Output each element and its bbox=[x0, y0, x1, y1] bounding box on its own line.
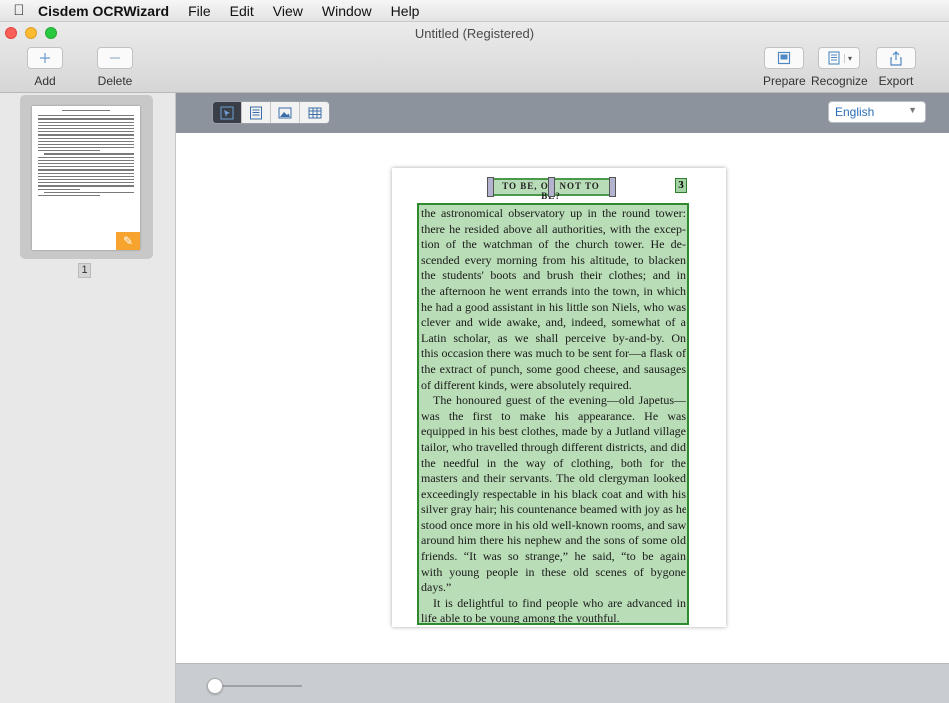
text-line: equipped in his best clothes, made by a … bbox=[421, 424, 686, 439]
text-line: silver gray hair; his countenance beamed… bbox=[421, 502, 686, 517]
region-toolbar: English ▼ bbox=[176, 93, 949, 133]
page-number-label: 1 bbox=[78, 263, 91, 278]
text-line: tion of the watchman of the church tower… bbox=[421, 237, 686, 252]
menu-view[interactable]: View bbox=[273, 3, 303, 19]
text-line: It is delightful to find people who are … bbox=[433, 595, 686, 610]
resize-handle-right[interactable] bbox=[609, 177, 616, 197]
delete-button[interactable]: Delete bbox=[97, 47, 133, 88]
text-line: around him there his nephew and the sons… bbox=[421, 533, 686, 548]
image-region-icon bbox=[278, 107, 292, 118]
plus-icon bbox=[27, 47, 63, 69]
region-type-segmented-control bbox=[212, 101, 330, 124]
recognize-button[interactable]: ▾ Recognize bbox=[811, 47, 868, 88]
zoom-slider-track[interactable] bbox=[216, 685, 302, 687]
page-thumbnails-sidebar: ✎ 1 bbox=[0, 93, 176, 703]
select-tool-button[interactable] bbox=[213, 102, 242, 123]
text-line: he had a good assistant in his little so… bbox=[421, 299, 686, 314]
text-line: the extract of punch, some good cheese, … bbox=[421, 361, 686, 376]
window-title: Untitled (Registered) bbox=[414, 26, 535, 41]
language-select[interactable]: English ▼ bbox=[828, 101, 926, 123]
text-line: days.” bbox=[421, 580, 452, 595]
chevron-down-icon: ▼ bbox=[908, 105, 917, 115]
page-number-region[interactable]: 3 bbox=[675, 178, 687, 193]
menu-file[interactable]: File bbox=[188, 3, 211, 19]
menu-window[interactable]: Window bbox=[322, 3, 372, 19]
text-line: with young people in these old scenes of… bbox=[421, 564, 686, 579]
table-region-button[interactable] bbox=[300, 102, 329, 123]
export-button[interactable]: Export bbox=[876, 47, 916, 88]
text-line: the afternoon he went errands into the t… bbox=[421, 283, 686, 298]
share-icon bbox=[876, 47, 916, 69]
text-line: clever and wide awake, and, indeed, some… bbox=[421, 315, 686, 330]
menu-edit[interactable]: Edit bbox=[230, 3, 254, 19]
window-toolbar: Untitled (Registered) Add Delete Prepare… bbox=[0, 22, 949, 93]
text-line: life able to be young among the youthful… bbox=[421, 611, 620, 625]
menu-bar:  Cisdem OCRWizard File Edit View Window… bbox=[0, 0, 949, 22]
prepare-button[interactable]: Prepare bbox=[763, 47, 806, 88]
resize-handle-left[interactable] bbox=[487, 177, 494, 197]
menu-app-name[interactable]: Cisdem OCRWizard bbox=[38, 3, 169, 19]
text-line: the students' boots and brush their clot… bbox=[421, 268, 686, 283]
image-region-button[interactable] bbox=[271, 102, 300, 123]
text-region-button[interactable] bbox=[242, 102, 271, 123]
document-canvas: TO BE, OR NOT TO BE? 3 the astronomical … bbox=[176, 133, 949, 663]
table-region-icon bbox=[308, 107, 321, 118]
resize-handle-center[interactable] bbox=[548, 177, 555, 197]
recognize-dropdown-icon[interactable]: ▾ bbox=[844, 53, 852, 63]
page-thumbnail-selected[interactable]: ✎ bbox=[20, 95, 153, 259]
text-line: friends. “It was so strange,” he said, “… bbox=[421, 549, 686, 564]
text-line: was the first to make his appearance. He… bbox=[421, 408, 686, 423]
menu-help[interactable]: Help bbox=[391, 3, 420, 19]
zoom-bar bbox=[176, 663, 949, 703]
text-line: there he resided above all authorities, … bbox=[421, 221, 686, 236]
cursor-icon bbox=[220, 106, 234, 119]
export-label: Export bbox=[878, 74, 914, 88]
text-line: exceedingly respectable in his black coa… bbox=[421, 486, 686, 501]
text-line: this occasion there was much to be sent … bbox=[421, 346, 686, 361]
text-line: scended every morning from his altitude,… bbox=[421, 252, 686, 267]
apple-menu-icon[interactable]:  bbox=[0, 2, 38, 19]
prepare-label: Prepare bbox=[763, 74, 806, 88]
text-line: the astronomical observatory up in the r… bbox=[421, 206, 686, 220]
edit-pencil-icon: ✎ bbox=[116, 232, 140, 250]
text-line: masters and their servants. The old cler… bbox=[421, 471, 686, 486]
text-line: the needful in the way of clothing, both… bbox=[421, 455, 686, 470]
prepare-icon bbox=[764, 47, 805, 69]
delete-label: Delete bbox=[97, 74, 133, 88]
language-select-value: English bbox=[835, 105, 875, 119]
text-line: of different kinds, were absolutely requ… bbox=[421, 377, 632, 392]
minus-icon bbox=[97, 47, 133, 69]
text-line: The honoured guest of the evening—old Ja… bbox=[433, 393, 686, 408]
text-line: tailor, who travelled through different … bbox=[421, 439, 686, 454]
add-label: Add bbox=[34, 74, 56, 88]
recognize-label: Recognize bbox=[811, 74, 868, 88]
zoom-slider-knob[interactable] bbox=[207, 678, 223, 694]
page-thumbnail-image: ✎ bbox=[32, 106, 140, 250]
text-region-icon bbox=[250, 106, 262, 119]
add-button[interactable]: Add bbox=[27, 47, 63, 88]
recognize-icon: ▾ bbox=[818, 47, 861, 69]
text-line: Latin scholar, as we shall perceive by-a… bbox=[421, 330, 686, 345]
text-line: stood once more in his old well-known ro… bbox=[421, 517, 686, 532]
body-text-region[interactable]: the astronomical observatory up in the r… bbox=[417, 203, 689, 625]
document-page: TO BE, OR NOT TO BE? 3 the astronomical … bbox=[392, 168, 726, 627]
